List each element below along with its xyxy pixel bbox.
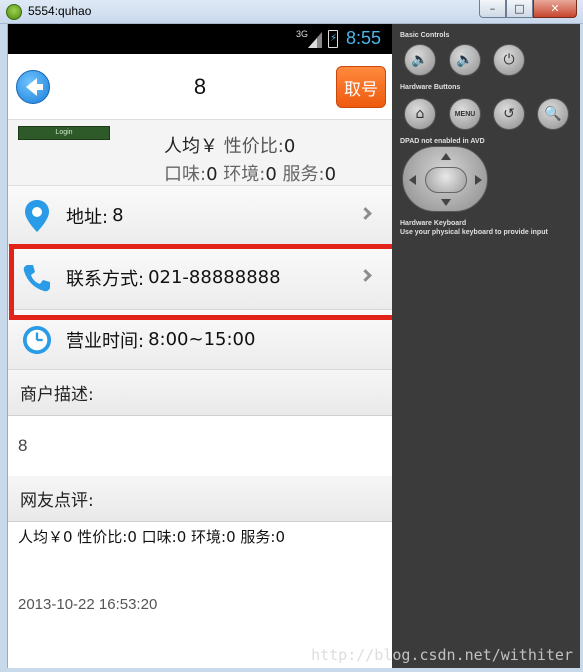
- merchant-summary: Login 人均￥ 性价比:0 口味:0 环境:0 服务:0: [8, 120, 392, 186]
- signal-icon: [308, 32, 322, 48]
- watermark-text: http://blog.csdn.net/withiter: [311, 646, 573, 664]
- undo-back-icon: ↺: [503, 106, 515, 122]
- close-button[interactable]: ✕: [533, 0, 577, 18]
- power-button[interactable]: ⏻: [493, 44, 525, 76]
- dpad-left-icon: [409, 175, 416, 185]
- contact-row[interactable]: 联系方式: 021-88888888: [8, 246, 392, 310]
- rating-line-2: 口味:0 环境:0 服务:0: [164, 160, 336, 186]
- dpad-right-icon: [475, 175, 482, 185]
- dpad-control[interactable]: [402, 146, 488, 212]
- chevron-right-icon: [359, 207, 372, 220]
- android-app-icon: [6, 4, 22, 20]
- taste-label: 口味:: [164, 164, 207, 185]
- back-hw-button[interactable]: ↺: [493, 98, 525, 130]
- contact-label: 联系方式:: [66, 268, 145, 290]
- window-titlebar: 5554:quhao – □ ✕: [0, 0, 583, 24]
- volume-up-icon: 🔊: [456, 52, 474, 68]
- app-header: 8 取号: [8, 54, 392, 120]
- address-label: 地址:: [66, 206, 109, 228]
- avg-price-label: 人均￥: [164, 136, 218, 157]
- volume-down-icon: 🔈: [411, 52, 429, 68]
- description-text: 8: [18, 436, 28, 455]
- volume-down-button[interactable]: 🔈: [404, 44, 436, 76]
- battery-icon: ⚡: [328, 30, 338, 48]
- service-label: 服务:: [282, 164, 325, 185]
- volume-up-button[interactable]: 🔊: [449, 44, 481, 76]
- keyboard-hint: Use your physical keyboard to provide in…: [400, 229, 548, 236]
- dpad-up-icon: [441, 153, 451, 160]
- search-button[interactable]: 🔍: [537, 98, 569, 130]
- window-title: 5554:quhao: [28, 4, 92, 18]
- clock-icon: [22, 325, 52, 355]
- status-time: 8:55: [346, 28, 382, 48]
- hardware-buttons-label: Hardware Buttons: [400, 84, 461, 91]
- review-timestamp: 2013-10-22 16:53:20: [18, 596, 158, 613]
- hours-row: 营业时间: 8:00~15:00: [8, 310, 392, 370]
- value-ratio-label: 性价比:: [223, 136, 284, 157]
- page-title: 8: [193, 74, 207, 99]
- contact-value: 021-88888888: [148, 267, 281, 288]
- description-heading: 商户描述:: [8, 370, 392, 416]
- window-controls: – □ ✕: [479, 0, 577, 20]
- phone-screen: 3G ⚡ 8:55 8 取号 Login 人均￥ 性价比:0 口味:0 环境:0…: [8, 24, 392, 668]
- dpad-label: DPAD not enabled in AVD: [400, 138, 485, 145]
- network-type: 3G: [296, 29, 309, 39]
- hours-label: 营业时间:: [66, 330, 145, 352]
- search-icon: 🔍: [544, 106, 562, 122]
- take-number-button[interactable]: 取号: [336, 66, 386, 108]
- review-summary: 人均￥0 性价比:0 口味:0 环境:0 服务:0: [18, 528, 286, 546]
- dpad-down-icon: [441, 199, 451, 206]
- location-pin-icon: [22, 199, 52, 232]
- address-value: 8: [112, 205, 124, 226]
- service-value: 0: [324, 164, 337, 185]
- value-ratio-value: 0: [283, 136, 296, 157]
- minimize-button[interactable]: –: [479, 0, 506, 18]
- emulator-control-panel: Basic Controls 🔈 🔊 ⏻ Hardware Buttons ⌂ …: [392, 24, 580, 668]
- menu-button[interactable]: MENU: [449, 98, 481, 130]
- environment-label: 环境:: [223, 164, 266, 185]
- rating-line-1: 人均￥ 性价比:0: [164, 132, 295, 158]
- review-item: 人均￥0 性价比:0 口味:0 环境:0 服务:0 2013-10-22 16:…: [8, 522, 392, 664]
- dpad-center-button[interactable]: [425, 167, 467, 193]
- phone-icon: [22, 263, 52, 293]
- login-image[interactable]: Login: [18, 126, 110, 140]
- window-frame-bottom: [0, 668, 583, 672]
- home-button[interactable]: ⌂: [404, 98, 436, 130]
- basic-controls-label: Basic Controls: [400, 32, 450, 39]
- taste-value: 0: [206, 164, 218, 185]
- maximize-button[interactable]: □: [506, 0, 533, 18]
- window-frame-left: [0, 24, 8, 672]
- chevron-right-icon: [359, 269, 372, 282]
- status-bar: 3G ⚡ 8:55: [8, 24, 392, 54]
- power-icon: ⏻: [503, 52, 515, 68]
- environment-value: 0: [265, 164, 277, 185]
- home-icon: ⌂: [415, 106, 425, 122]
- address-row[interactable]: 地址: 8: [8, 186, 392, 246]
- hours-value: 8:00~15:00: [148, 329, 256, 350]
- reviews-heading: 网友点评:: [8, 476, 392, 522]
- keyboard-label: Hardware Keyboard: [400, 220, 467, 227]
